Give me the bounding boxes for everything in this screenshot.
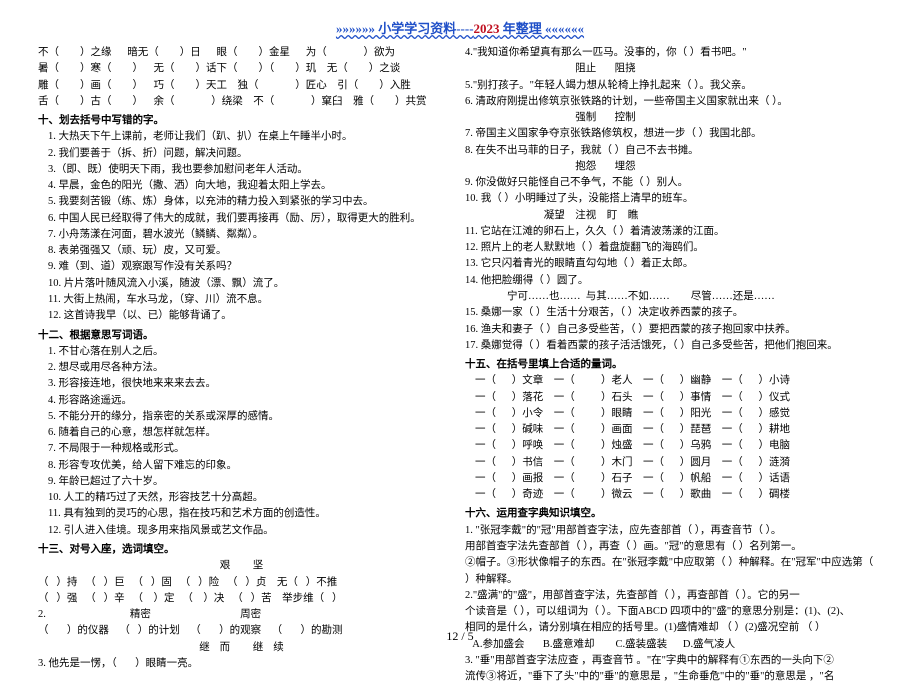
measure-row: 一（ ）奇迹 一（ ）微云 一（ ）歌曲 一（ ）碉楼 [475, 487, 882, 503]
measure-row: 一（ ）书信 一（ ）木门 一（ ）圆月 一（ ）涟漪 [475, 455, 882, 471]
item: 2. 我们要善于（拆、折）问题，解决问题。 [48, 146, 455, 162]
item: 8. 在失不出马菲的日子，我就（ ）自己不去书摊。 [465, 143, 882, 159]
item: 阻止 阻挠 [465, 61, 882, 77]
item: 3. 他先是一愣，（ ）眼睛一亮。 [38, 656, 455, 672]
item: 宁可……也…… 与其……不如…… 尽管……还是…… [465, 289, 882, 305]
item: 6. 中国人民已经取得了伟大的成就，我们要再接再（励、厉），取得更大的胜利。 [48, 211, 455, 227]
fill-row: 不（ ）之缘 暗无（ ）日 眼（ ）金星 为（ ）欲为 [38, 45, 455, 61]
item: 2."盛满"的"盛"，用部首查字法，先查部首（ ），再查部首（ ）。它的另一 [465, 588, 882, 604]
item: ②帽子。③形状像帽子的东西。在"张冠李戴"中应取第（ ）种解释。在"冠军"中应选… [465, 555, 882, 571]
measure-row: 一（ ）小令 一（ ）眼睛 一（ ）阳光 一（ ）感觉 [475, 406, 882, 422]
item: 8. 形容专攻优美，给人留下难忘的印象。 [48, 458, 455, 474]
fill-row: 暑（ ）寒（ ） 无（ ）话下（ ）（ ）玑 无（ ）之谈 [38, 61, 455, 77]
item: 个读音是（ ），可以组词为（ ）。下面ABCD 四项中的"盛"的意思分别是：(1… [465, 604, 882, 620]
section-16-title: 十六、运用查字典知识填空。 [465, 506, 882, 522]
item: 14. 他把脸绷得（ ）圆了。 [465, 273, 882, 289]
item: 1. 大热天下午上课前，老师让我们（趴、扒）在桌上午睡半小时。 [48, 129, 455, 145]
item: 流传③将近，"垂下了头"中的"垂"的意思是 ，"生命垂危"中的"垂"的意思是 ，… [465, 669, 882, 685]
measure-row: 一（ ）呼唤 一（ ）烛盛 一（ ）乌鸦 一（ ）电脑 [475, 438, 882, 454]
item: （ ）强 （ ）辛 （ ）定 （ ）决 （ ）苦 举步维（ ） [38, 591, 455, 607]
item: 凝望 注视 盯 瞧 [465, 208, 882, 224]
right-column: 4."我知道你希望真有那么一匹马。没事的，你（ ）看书吧。" 阻止 阻挠 5."… [465, 45, 882, 685]
item: 16. 渔夫和妻子（ ）自己多受些苦，（ ）要把西蒙的孩子抱回家中扶养。 [465, 322, 882, 338]
measure-row: 一（ ）文章 一（ ）老人 一（ ）幽静 一（ ）小诗 [475, 373, 882, 389]
item: 6. 清政府刚提出修筑京张铁路的计划，一些帝国主义国家就出来（ ）。 [465, 94, 882, 110]
section-15-title: 十五、在括号里填上合适的量词。 [465, 357, 882, 373]
item: 用部首查字法先查部首（ ），再查（ ）画。"冠"的意思有（ ）名列第一。 [465, 539, 882, 555]
section-12-title: 十二、根据意思写词语。 [38, 328, 455, 344]
item: 9. 年龄已超过了六十岁。 [48, 474, 455, 490]
header-prefix: »»»»»» 小学学习资料---- [336, 21, 474, 36]
item: 9. 难（到、道）观察跟写作没有关系吗？ [48, 259, 455, 275]
section-10-title: 十、划去括号中写错的字。 [38, 113, 455, 129]
item: 15. 桑娜一家（ ）生活十分艰苦，（ ）决定收养西蒙的孩子。 [465, 305, 882, 321]
item: 8. 表弟强强又（顽、玩）皮，又可爱。 [48, 243, 455, 259]
item: 11. 它站在江滩的卵石上，久久（ ）着清波荡漾的江面。 [465, 224, 882, 240]
item: 5. 我要刻苦锻（练、炼）身体，以充沛的精力投入到紧张的学习中去。 [48, 194, 455, 210]
item: 强制 控制 [465, 110, 882, 126]
item: 2. 精密 周密 [38, 607, 455, 623]
item: 10. 人工的精巧过了天然，形容技艺十分高超。 [48, 490, 455, 506]
header-suffix: 年整理 «««««« [500, 21, 585, 36]
item: 7. 帝国主义国家争夺京张铁路修筑权，想进一步（ ）我国北部。 [465, 126, 882, 142]
item: 5. 不能分开的缘分，指亲密的关系或深厚的感情。 [48, 409, 455, 425]
item: 4. 早晨，金色的阳光（撒、洒）向大地，我迎着太阳上学去。 [48, 178, 455, 194]
item: ）种解释。 [465, 572, 882, 588]
page-header: »»»»»» 小学学习资料----2023 年整理 «««««« [0, 0, 920, 37]
item: 1. "张冠李戴"的"冠"用部首查字法，应先查部首（ ），再查音节（ ）。 [465, 523, 882, 539]
item: 3. "垂"用部首查字法应查 ，再查音节 。"在"字典中的解释有①东西的一头向下… [465, 653, 882, 669]
section-13-title: 十三、对号入座，选词填空。 [38, 542, 455, 558]
item: 6. 随着自己的心意，想怎样就怎样。 [48, 425, 455, 441]
measure-row: 一（ ）落花 一（ ）石头 一（ ）事情 一（ ）仪式 [475, 390, 882, 406]
item: 12. 照片上的老人默默地（ ）着盘旋翻飞的海鸥们。 [465, 240, 882, 256]
item: 4."我知道你希望真有那么一匹马。没事的，你（ ）看书吧。" [465, 45, 882, 61]
item: 1. 不甘心落在别人之后。 [48, 344, 455, 360]
item: 3.（即、既）使明天下雨，我也要参加慰问老年人活动。 [48, 162, 455, 178]
item: （ ）持 （ ）巨 （ ）固 （ ）险 （ ）贞 无（ ）不推 [38, 575, 455, 591]
item: 12. 引人进入佳境。现多用来指风景或艺文作品。 [48, 523, 455, 539]
header-year: 2023 [474, 21, 500, 36]
item: 9. 你没做好只能怪自己不争气，不能（ ）别人。 [465, 175, 882, 191]
item: 3. 形容接连地，很快地来来来去去。 [48, 376, 455, 392]
fill-row: 雕（ ）画（ ） 巧（ ）天工 独（ ）匠心 引（ ）入胜 [38, 78, 455, 94]
item: 10. 我（ ）小明睡过了头，没能搭上清早的班车。 [465, 191, 882, 207]
measure-row: 一（ ）碱味 一（ ）画面 一（ ）琵琶 一（ ）耕地 [475, 422, 882, 438]
item: 11. 大街上热闹，车水马龙，（穿、川）流不息。 [48, 292, 455, 308]
item: 11. 具有独到的灵巧的心思，指在技巧和艺术方面的创造性。 [48, 506, 455, 522]
item: 7. 不局限于一种规格或形式。 [48, 441, 455, 457]
item: 12. 这首诗我早（以、已）能够背诵了。 [48, 308, 455, 324]
item: 4. 形容路途遥远。 [48, 393, 455, 409]
item: 抱怨 埋怨 [465, 159, 882, 175]
measure-row: 一（ ）画报 一（ ）石子 一（ ）帆船 一（ ）话语 [475, 471, 882, 487]
item: 2. 想尽或用尽各种方法。 [48, 360, 455, 376]
item: 5."别打孩子。"年轻人竭力想从轮椅上挣扎起来（ ）。我父亲。 [465, 78, 882, 94]
page-number: 12 / 5 [0, 629, 920, 644]
fill-row: 舌（ ）古（ ） 余（ ）绕梁 不（ ）窠臼 雅（ ）共赏 [38, 94, 455, 110]
item: 13. 它只闪着青光的眼睛直勾勾地（ ）着正太郎。 [465, 256, 882, 272]
word-pair: 艰 坚 [38, 558, 455, 574]
item: 17. 桑娜觉得（ ）看着西蒙的孩子活活饿死，（ ）自己多受些苦，把他们抱回来。 [465, 338, 882, 354]
left-column: 不（ ）之缘 暗无（ ）日 眼（ ）金星 为（ ）欲为 暑（ ）寒（ ） 无（ … [38, 45, 455, 685]
item: 7. 小舟荡漾在河面，碧水波光（鳞鳞、粼粼）。 [48, 227, 455, 243]
item: 10. 片片落叶随风流入小溪，随波（漂、飘）流了。 [48, 276, 455, 292]
